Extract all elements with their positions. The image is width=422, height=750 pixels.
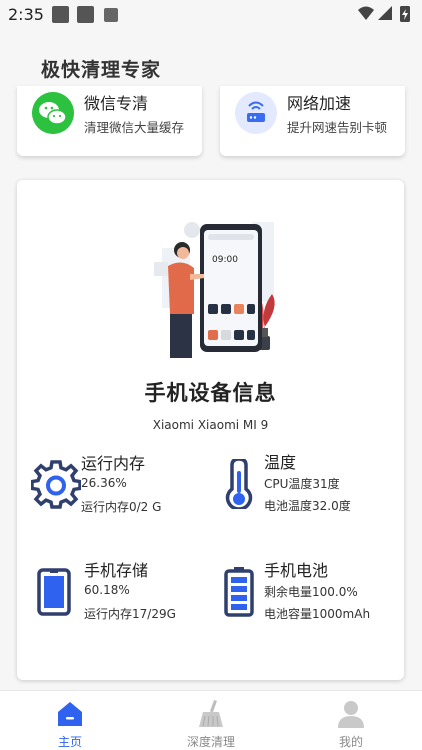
tab-deep-clean[interactable]: 深度清理 bbox=[141, 691, 281, 750]
network-boost-card[interactable]: 网络加速 提升网速告别卡顿 bbox=[220, 86, 405, 156]
network-boost-title: 网络加速 bbox=[287, 94, 352, 113]
battery-icon bbox=[224, 567, 254, 617]
network-boost-subtitle: 提升网速告别卡顿 bbox=[287, 120, 388, 135]
illustration-clock: 09:00 bbox=[212, 255, 238, 265]
device-info-card: 09:00 手机设备信息 Xiaomi Xiaomi MI 9 运行内存 26.… bbox=[17, 180, 404, 680]
bottom-tab-bar: 主页 深度清理 我的 bbox=[0, 690, 422, 750]
battery-remaining: 剩余电量100.0% bbox=[264, 585, 358, 599]
storage-percent: 60.18% bbox=[84, 583, 130, 597]
wechat-clean-card[interactable]: 微信专清 清理微信大量缓存 bbox=[17, 86, 202, 156]
phone-illustration: 09:00 bbox=[154, 222, 275, 358]
wechat-icon bbox=[32, 92, 74, 134]
memory-info: 运行内存 26.36% 运行内存0/2 G bbox=[31, 450, 201, 520]
storage-info: 手机存储 60.18% 运行内存17/29G bbox=[34, 557, 204, 627]
device-info-title: 手机设备信息 bbox=[144, 381, 277, 405]
tab-mine[interactable]: 我的 bbox=[281, 691, 421, 750]
signal-icon bbox=[378, 6, 392, 20]
temperature-info: 温度 CPU温度31度 电池温度32.0度 bbox=[214, 449, 384, 519]
battery-capacity: 电池容量1000mAh bbox=[264, 607, 371, 621]
battery-temperature: 电池温度32.0度 bbox=[264, 499, 351, 513]
app-title: 极快清理专家 bbox=[41, 59, 162, 81]
storage-detail: 运行内存17/29G bbox=[84, 607, 176, 621]
tab-deep-clean-label: 深度清理 bbox=[186, 735, 235, 749]
memory-detail: 运行内存0/2 G bbox=[81, 500, 162, 514]
tab-mine-label: 我的 bbox=[338, 735, 363, 749]
status-bar: 2:35 bbox=[0, 0, 422, 30]
memory-percent: 26.36% bbox=[81, 476, 127, 490]
device-model: Xiaomi Xiaomi MI 9 bbox=[152, 418, 269, 432]
phone-icon bbox=[37, 568, 71, 616]
status-icons bbox=[358, 6, 410, 22]
status-time: 2:35 bbox=[8, 5, 44, 24]
home-icon bbox=[58, 702, 82, 726]
user-icon bbox=[338, 701, 364, 728]
notification-icon bbox=[52, 6, 69, 23]
temperature-title: 温度 bbox=[264, 453, 297, 472]
gear-icon bbox=[31, 460, 81, 509]
thermometer-icon bbox=[225, 459, 253, 509]
broom-icon bbox=[199, 700, 223, 727]
battery-title: 手机电池 bbox=[264, 561, 329, 580]
tab-home[interactable]: 主页 bbox=[0, 691, 140, 750]
memory-title: 运行内存 bbox=[81, 454, 146, 473]
tab-home-label: 主页 bbox=[57, 735, 82, 749]
wifi-icon bbox=[358, 6, 374, 20]
wechat-clean-subtitle: 清理微信大量缓存 bbox=[84, 120, 185, 135]
storage-title: 手机存储 bbox=[84, 561, 149, 580]
battery-info: 手机电池 剩余电量100.0% 电池容量1000mAh bbox=[214, 557, 384, 627]
wechat-clean-title: 微信专清 bbox=[84, 94, 149, 113]
notification-icon bbox=[77, 6, 94, 23]
notification-icon bbox=[104, 8, 118, 22]
cpu-temperature: CPU温度31度 bbox=[264, 477, 340, 491]
router-icon bbox=[235, 92, 277, 134]
